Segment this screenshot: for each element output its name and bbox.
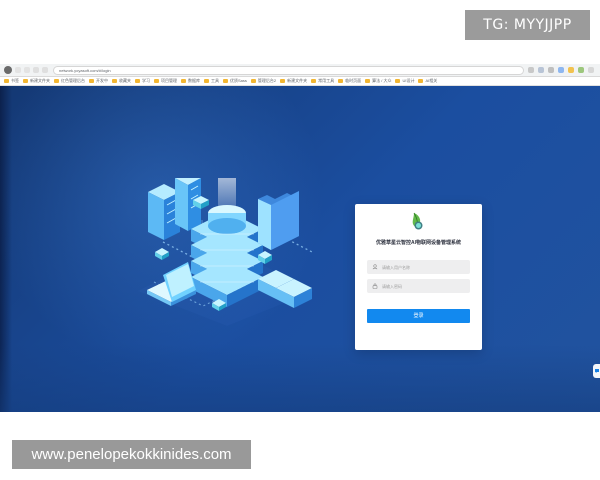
bottom-left-website-watermark: www.penelopekokkinides.com (12, 440, 251, 469)
folder-icon (250, 79, 256, 83)
bookmark-item[interactable]: 新建文件夹 (23, 78, 50, 84)
iot-illustration-svg (138, 178, 315, 326)
login-button[interactable]: 登录 (367, 309, 470, 323)
address-url[interactable]: network.yoyasoft.com/#/login (59, 68, 111, 73)
profile-avatar-icon[interactable] (4, 66, 12, 74)
address-bar[interactable]: network.yoyasoft.com/#/login (53, 65, 524, 75)
folder-icon (154, 79, 159, 83)
bookmark-item[interactable]: 书签 (4, 78, 19, 84)
bookmark-item[interactable]: 管理后台2 (250, 78, 276, 84)
folder-icon (181, 79, 186, 83)
folder-icon (112, 79, 117, 83)
username-input[interactable] (382, 262, 464, 272)
chat-bubble-icon[interactable] (593, 364, 600, 378)
folder-icon (365, 79, 371, 83)
translate-icon[interactable] (538, 67, 544, 73)
folder-icon (223, 79, 228, 83)
bookmark-item[interactable]: AI相关 (418, 78, 437, 84)
folder-icon (54, 79, 59, 83)
bookmark-item[interactable]: 收藏夹 (112, 78, 131, 84)
application-screenshot: network.yoyasoft.com/#/login 书签 新建文件夹 红色… (0, 64, 600, 412)
password-field[interactable] (367, 279, 470, 293)
back-arrow-icon[interactable] (15, 67, 21, 73)
file-folder-illustration (258, 191, 299, 250)
password-input[interactable] (382, 281, 464, 291)
image-canvas: TG: MYYJJPP network.yoyasoft.com/#/login (0, 0, 600, 480)
folder-icon (135, 79, 140, 83)
folder-icon (23, 79, 28, 83)
extension-icon[interactable] (578, 67, 584, 73)
bookmark-item[interactable]: 常用工具 (311, 78, 334, 84)
lock-icon (372, 283, 378, 289)
home-icon[interactable] (42, 67, 48, 73)
folder-icon (89, 79, 94, 83)
bookmark-item[interactable]: 算法 / 大众 (365, 78, 391, 84)
login-title: 优雅草星云智控AI物联网设备管理系统 (375, 240, 461, 246)
folder-icon (418, 79, 424, 83)
bookmark-item[interactable]: 开发中 (89, 78, 108, 84)
bookmark-item[interactable]: 新建文件夹 (280, 78, 307, 84)
bookmark-item[interactable]: 红色管理后台 (54, 78, 85, 84)
menu-icon[interactable] (588, 67, 594, 73)
folder-icon (338, 79, 344, 83)
user-icon (372, 264, 378, 270)
folder-icon (311, 79, 317, 83)
extension-icon[interactable] (548, 67, 554, 73)
extension-icon[interactable] (568, 67, 574, 73)
bookmark-item[interactable]: 工具 (204, 78, 219, 84)
bookmark-item[interactable]: 优质Sass (223, 78, 247, 84)
bookmark-item[interactable]: 数据库 (181, 78, 200, 84)
username-field[interactable] (367, 260, 470, 274)
folder-icon (280, 79, 286, 83)
extension-icon[interactable] (558, 67, 564, 73)
login-page-background: 优雅草星云智控AI物联网设备管理系统 请输入用户名称 登录 (0, 86, 600, 412)
background-bottom-gradient (0, 344, 600, 412)
leaf-logo-icon (412, 212, 425, 230)
bookmark-item[interactable]: UI设计 (395, 78, 414, 84)
forward-arrow-icon[interactable] (24, 67, 30, 73)
folder-icon (4, 79, 9, 83)
folder-icon (395, 79, 401, 83)
bookmark-item[interactable]: 临时页面 (338, 78, 361, 84)
reload-icon[interactable] (33, 67, 39, 73)
browser-toolbar-icons (528, 67, 600, 73)
login-card: 优雅草星云智控AI物联网设备管理系统 请输入用户名称 登录 (355, 204, 482, 350)
floating-node-left (155, 248, 169, 260)
bookmark-item[interactable]: 项目管理 (154, 78, 177, 84)
iot-server-illustration (130, 178, 320, 328)
bookmark-star-icon[interactable] (528, 67, 534, 73)
browser-tab-bar: network.yoyasoft.com/#/login (0, 64, 600, 77)
bookmark-item[interactable]: 学习 (135, 78, 150, 84)
folder-icon (204, 79, 209, 83)
bookmark-bar: 书签 新建文件夹 红色管理后台 开发中 收藏夹 学习 项目管理 数据库 工具 优… (0, 77, 600, 86)
top-right-watermark-badge: TG: MYYJJPP (465, 10, 590, 40)
